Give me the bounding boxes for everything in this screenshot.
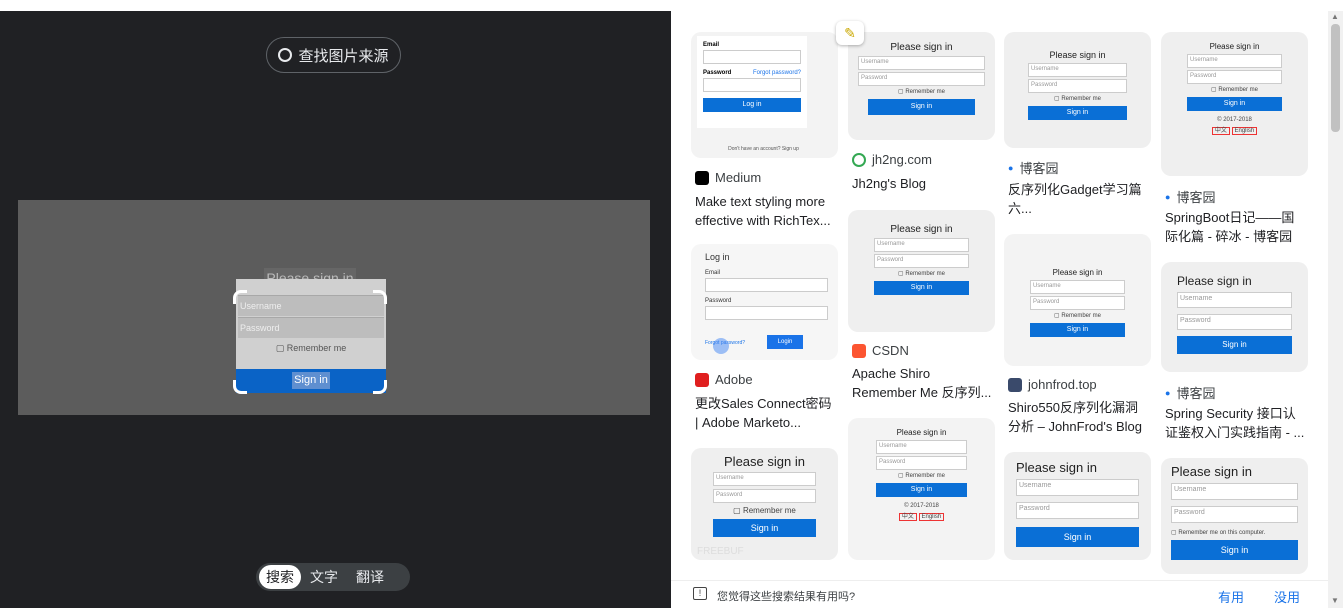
- preview-password: Password: [238, 317, 384, 338]
- result-thumb[interactable]: Please sign in Username Password Sign in: [1161, 262, 1308, 372]
- result-title[interactable]: Apache Shiro Remember Me 反序列...: [852, 364, 992, 402]
- result-title[interactable]: 更改Sales Connect密码 | Adobe Marketo...: [695, 394, 835, 432]
- csdn-icon: [852, 343, 866, 358]
- thumb-login-button: Log in: [703, 98, 801, 112]
- result-thumb[interactable]: Please sign in Username Password ▢ Remem…: [691, 448, 838, 560]
- adobe-icon: [695, 372, 709, 387]
- thumb-heading: Please sign in: [1049, 50, 1106, 60]
- result-site: CSDN: [872, 343, 909, 358]
- result-thumb[interactable]: Please sign in Username Password ▢ Remem…: [848, 32, 995, 140]
- crop-handle-tl[interactable]: [233, 290, 247, 304]
- useful-button[interactable]: 有用: [1218, 587, 1244, 606]
- result-site: 博客园: [1019, 161, 1059, 176]
- thumb-heading: Please sign in: [1016, 460, 1097, 475]
- cnblogs-icon: ●: [1165, 191, 1171, 202]
- mode-tabs: 搜索 文字 翻译: [256, 563, 410, 591]
- find-image-source-button[interactable]: 查找图片来源: [266, 37, 401, 73]
- preview-username: Username: [238, 295, 384, 316]
- thumb-heading: Please sign in: [1171, 464, 1252, 479]
- feedback-bar: ! 您觉得这些搜索结果有用吗? 有用 没用: [671, 580, 1328, 608]
- result-site: 博客园: [1176, 386, 1216, 401]
- edit-pen-icon[interactable]: ✎: [836, 21, 864, 45]
- result-title[interactable]: Spring Security 接口认 证鉴权入门实践指南 - ...: [1165, 404, 1305, 442]
- jh2ng-icon: [852, 152, 866, 167]
- result-thumb[interactable]: Email Password Forgot password? Log in D…: [691, 32, 838, 158]
- result-site: johnfrod.top: [1028, 377, 1097, 392]
- tab-text[interactable]: 文字: [301, 563, 347, 591]
- cnblogs-icon: ●: [1008, 162, 1014, 173]
- result-title[interactable]: Make text styling more effective with Ri…: [695, 192, 835, 230]
- result-title[interactable]: SpringBoot日记——国 际化篇 - 碎冰 - 博客园: [1165, 208, 1305, 246]
- result-thumb[interactable]: Log in Email Password Forgot password? L…: [691, 244, 838, 360]
- thumb-password-label: Password: [705, 298, 732, 304]
- result-title[interactable]: 反序列化Gadget学习篇 六...: [1008, 180, 1148, 218]
- thumb-footer: Don't have an account? Sign up: [728, 146, 799, 152]
- result-title[interactable]: Jh2ng's Blog: [852, 174, 992, 193]
- thumb-password-label: Password: [703, 70, 732, 76]
- result-site: jh2ng.com: [872, 152, 932, 167]
- feedback-icon: !: [693, 587, 707, 600]
- result-title[interactable]: Shiro550反序列化漏洞 分析 – JohnFrod's Blog: [1008, 398, 1148, 436]
- thumb-heading: Please sign in: [1052, 268, 1103, 277]
- thumb-email-label: Email: [703, 42, 720, 48]
- result-thumb[interactable]: Please sign in Username Password Sign in: [1004, 452, 1151, 560]
- preview-remember: Remember me: [286, 343, 347, 353]
- cursor-click-icon: [713, 338, 729, 354]
- thumb-login-button: Login: [767, 335, 803, 349]
- preview-signin: Sign in: [292, 372, 330, 389]
- result-thumb[interactable]: Please sign in Username Password ▢ Remem…: [848, 210, 995, 332]
- crop-selection[interactable]: Username Password ▢ Remember me Sign in: [236, 279, 386, 393]
- scroll-up-icon[interactable]: ▲: [1331, 12, 1339, 21]
- thumb-heading: Please sign in: [1177, 274, 1252, 288]
- scrollbar-thumb[interactable]: [1331, 24, 1340, 132]
- thumb-heading: Please sign in: [896, 428, 947, 437]
- watermark-logo: FREEBUF: [697, 546, 744, 557]
- result-thumb[interactable]: Please sign in Username Password ▢ Remem…: [1004, 32, 1151, 148]
- thumb-heading: Log in: [705, 252, 730, 262]
- thumb-heading: Please sign in: [724, 454, 805, 469]
- preview-signin-bar: Sign in: [236, 369, 386, 393]
- thumb-email-label: Email: [705, 270, 721, 276]
- crop-handle-bl[interactable]: [233, 380, 247, 394]
- medium-icon: [695, 170, 709, 185]
- scroll-down-icon[interactable]: ▼: [1331, 596, 1339, 605]
- tab-translate[interactable]: 翻译: [347, 563, 393, 591]
- thumb-forgot: Forgot password?: [752, 70, 801, 76]
- find-image-source-label: 查找图片来源: [298, 47, 389, 65]
- checkbox-icon: ▢: [275, 343, 285, 353]
- result-thumb[interactable]: Please sign in Username Password ▢ Remem…: [1161, 32, 1308, 176]
- lens-search-icon: [278, 48, 293, 62]
- result-thumb[interactable]: Please sign in Username Password ▢ Remem…: [848, 418, 995, 560]
- thumb-heading: Please sign in: [1209, 42, 1260, 51]
- top-bar: [0, 0, 1343, 11]
- cnblogs-icon: ●: [1165, 387, 1171, 398]
- not-useful-button[interactable]: 没用: [1274, 587, 1300, 606]
- feedback-question: 您觉得这些搜索结果有用吗?: [717, 591, 856, 603]
- tab-search[interactable]: 搜索: [259, 565, 301, 589]
- result-thumb[interactable]: Please sign in Username Password ▢ Remem…: [1161, 458, 1308, 574]
- thumb-heading: Please sign in: [890, 224, 953, 235]
- result-site: 博客园: [1176, 190, 1216, 205]
- result-site: Adobe: [715, 372, 753, 387]
- thumb-heading: Please sign in: [890, 42, 953, 53]
- result-thumb[interactable]: Please sign in Username Password ▢ Remem…: [1004, 234, 1151, 366]
- result-site: Medium: [715, 170, 762, 185]
- crop-handle-tr[interactable]: [373, 290, 387, 304]
- johnfrod-icon: [1008, 377, 1022, 392]
